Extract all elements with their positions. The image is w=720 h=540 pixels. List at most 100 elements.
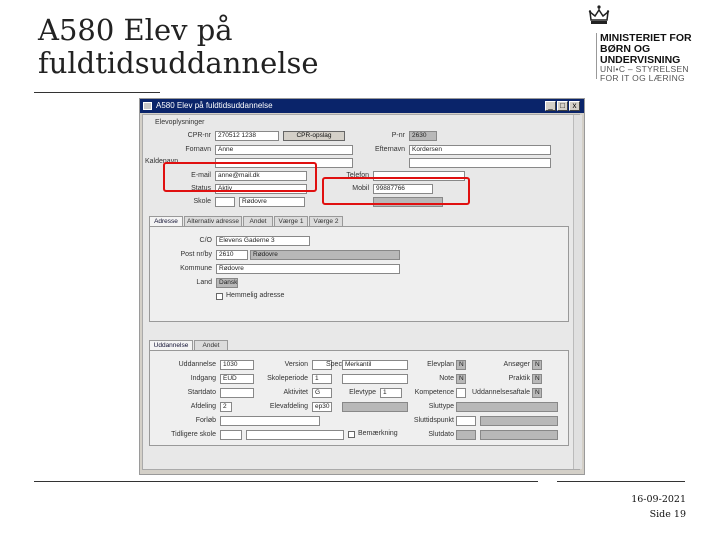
kaldenavn-extra-input[interactable] [409, 158, 551, 168]
speciale-input[interactable]: Merkantil [342, 360, 408, 370]
app-screenshot: A580 Elev på fuldtidsuddannelse _ □ x El… [139, 98, 585, 475]
tidl-skole-code-input[interactable] [220, 430, 242, 440]
cpr-lookup-button[interactable]: CPR-opslag [283, 131, 345, 141]
ministry-logo: MINISTERIET FOR BØRN OG UNDERVISNING UNI… [588, 2, 713, 83]
version-label: Version [284, 361, 308, 368]
elevafdeling-label: Elevafdeling [269, 403, 308, 410]
afdeling-input[interactable]: 2 [220, 402, 232, 412]
fornavn-input[interactable]: Anne [215, 145, 353, 155]
speciale-label: Speciale [326, 361, 353, 368]
uddannelse-input[interactable]: 1030 [220, 360, 254, 370]
sluttype-label: Sluttype [428, 403, 454, 410]
tab-andet-bottom[interactable]: Andet [194, 340, 228, 350]
tab-vaerge-1[interactable]: Værge 1 [274, 216, 308, 226]
by-field: Rødovre [250, 250, 400, 260]
sluttidspunkt-label: Sluttidspunkt [413, 417, 454, 424]
highlight-contact-right [322, 177, 470, 205]
elevplan-field: N [456, 360, 466, 370]
elevafdeling-input[interactable]: ep30 [312, 402, 332, 412]
slutdato-field [456, 430, 476, 440]
elevplan-label: Elevplan [427, 361, 454, 368]
skole-code-input[interactable] [215, 197, 235, 207]
efternavn-input[interactable]: Kordersen [409, 145, 551, 155]
footer-rule-left [34, 481, 538, 482]
window-titlebar[interactable]: A580 Elev på fuldtidsuddannelse _ □ x [140, 99, 584, 113]
slide-title-line1: A580 Elev på [38, 13, 233, 47]
bemaerkning-label: Bemærkning [358, 430, 398, 437]
logo-divider [596, 33, 597, 79]
startdato-input[interactable] [220, 388, 254, 398]
elevafdeling-name-field [342, 402, 408, 412]
slutdato-extra-field [480, 430, 558, 440]
praktik-label: Praktik [508, 375, 530, 382]
skoleperiode-input[interactable]: 1 [312, 374, 332, 384]
window-title: A580 Elev på fuldtidsuddannelse [156, 101, 273, 110]
kommune-label: Kommune [180, 265, 212, 272]
postnr-label: Post nr/by [180, 251, 212, 258]
sluttidspunkt-name-field [480, 416, 558, 426]
kompetence-input[interactable] [456, 388, 466, 398]
tab-vaerge-2[interactable]: Værge 2 [309, 216, 343, 226]
skoleperiode-label: Skoleperiode [267, 375, 308, 382]
forloeb-input[interactable] [220, 416, 320, 426]
sluttype-field [456, 402, 558, 412]
aktivitet-input[interactable]: G [312, 388, 332, 398]
ansoger-field: N [532, 360, 542, 370]
aktivitet-label: Aktivitet [283, 389, 308, 396]
postnr-input[interactable]: 2610 [216, 250, 248, 260]
ansoger-label: Ansøger [503, 361, 530, 368]
cpr-input[interactable]: 270512 1238 [215, 131, 279, 141]
tab-andet-top[interactable]: Andet [243, 216, 273, 226]
tab-adresse[interactable]: Adresse [149, 216, 183, 226]
skole-label: Skole [193, 198, 211, 205]
hemmelig-checkbox[interactable] [216, 293, 223, 300]
land-field: Dansk [216, 278, 238, 288]
app-icon [143, 102, 152, 110]
uddannelse-label: Uddannelse [178, 361, 216, 368]
speciale-extra-input[interactable] [342, 374, 408, 384]
bemaerkning-checkbox[interactable] [348, 431, 355, 438]
note-field: N [456, 374, 466, 384]
elevtype-input[interactable]: 1 [380, 388, 402, 398]
kompetence-label: Kompetence [414, 389, 454, 396]
skole-name-input[interactable]: Rødovre [239, 197, 305, 207]
hemmelig-label: Hemmelig adresse [226, 292, 285, 299]
address-panel: C/O Elevens Gaderne 3 Post nr/by 2610 Rø… [149, 226, 569, 322]
tidl-skole-name-input[interactable] [246, 430, 344, 440]
uddaftale-label: Uddannelsesaftale [472, 389, 530, 396]
cpr-label: CPR-nr [187, 132, 211, 139]
note-label: Note [439, 375, 454, 382]
forloeb-label: Forløb [195, 417, 216, 424]
indgang-input[interactable]: EUD [220, 374, 254, 384]
uddaftale-field: N [532, 388, 542, 398]
slide-date: 16-09-2021 [631, 494, 686, 505]
group-label: Elevoplysninger [155, 119, 205, 126]
tab-uddannelse[interactable]: Uddannelse [149, 340, 193, 350]
tidl-skole-label: Tidligere skole [171, 431, 216, 438]
kommune-input[interactable]: Rødovre [216, 264, 400, 274]
close-button[interactable]: x [569, 101, 580, 111]
tab-alternativ-adresse[interactable]: Alternativ adresse [184, 216, 242, 226]
highlight-contact-left [163, 162, 317, 192]
title-underline [34, 92, 160, 93]
efternavn-label: Efternavn [375, 146, 405, 153]
vertical-scrollbar[interactable] [573, 115, 582, 469]
minimize-button[interactable]: _ [545, 101, 556, 111]
slide-page-number: Side 19 [649, 509, 686, 520]
slutdato-label: Slutdato [428, 431, 454, 438]
praktik-field: N [532, 374, 542, 384]
co-label: C/O [199, 237, 212, 244]
startdato-label: Startdato [187, 389, 216, 396]
land-label: Land [196, 279, 212, 286]
form-body: Elevoplysninger CPR-nr 270512 1238 CPR-o… [142, 114, 582, 470]
maximize-button[interactable]: □ [557, 101, 568, 111]
pnr-label: P-nr [391, 132, 405, 139]
co-input[interactable]: Elevens Gaderne 3 [216, 236, 310, 246]
indgang-label: Indgang [190, 375, 216, 382]
elevtype-label: Elevtype [349, 389, 376, 396]
sluttidspunkt-input[interactable] [456, 416, 476, 426]
education-panel: Uddannelse 1030 Indgang EUD Startdato Af… [149, 350, 569, 446]
slide-title: A580 Elev på fuldtidsuddannelse [38, 14, 319, 80]
slide-title-line2: fuldtidsuddannelse [38, 46, 319, 80]
logo-line-5: FOR IT OG LÆRING [600, 73, 685, 83]
